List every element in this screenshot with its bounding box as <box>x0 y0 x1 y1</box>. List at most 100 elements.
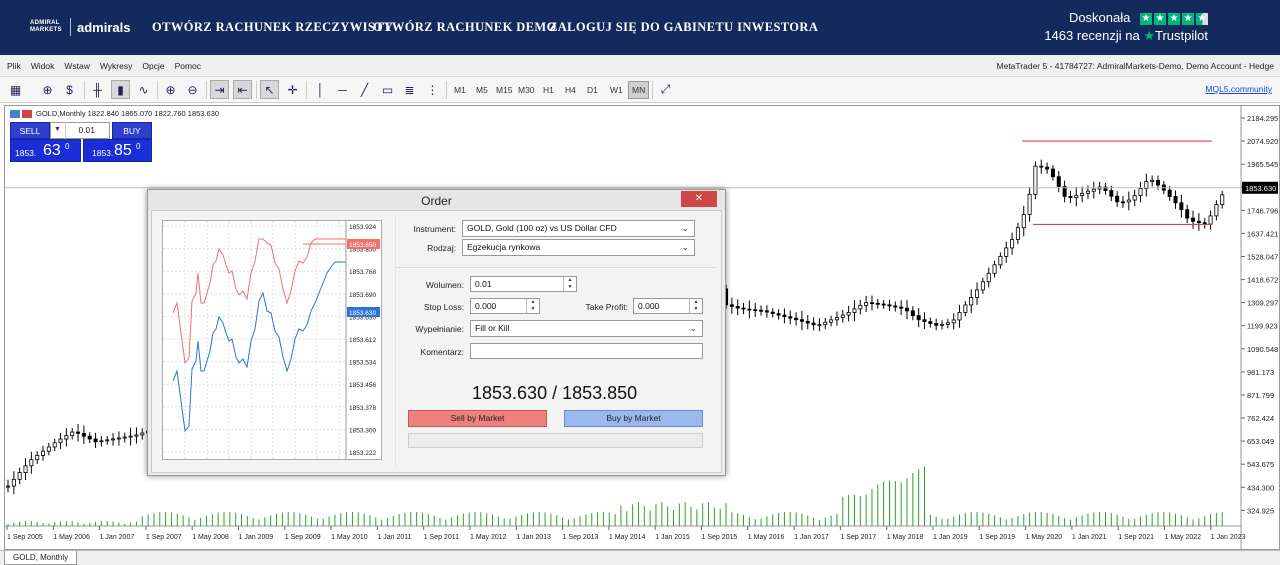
tf-d1[interactable]: D1 <box>584 81 601 99</box>
mql5-community-link[interactable]: MQL5.community <box>1205 84 1272 94</box>
candle-body <box>764 310 769 313</box>
time-tick-label: 1 Jan 2007 <box>100 534 135 541</box>
time-tick-label: 1 May 2012 <box>470 534 507 541</box>
candle-body <box>840 314 845 318</box>
chart-shift-icon[interactable]: ⇥ <box>210 80 229 99</box>
trustpilot-star-icon: ★ <box>1143 28 1156 43</box>
nav-open-real-account[interactable]: OTWÓRZ RACHUNEK RZECZYWISTY <box>152 20 393 35</box>
trend-line-icon[interactable]: ╱ <box>355 80 374 99</box>
take-profit-stepper[interactable]: ▲ ▼ <box>689 299 702 313</box>
time-tick-label: 1 Sep 2011 <box>424 534 459 541</box>
horizontal-line-icon[interactable]: ─ <box>333 80 352 99</box>
candle-body <box>934 323 939 326</box>
broker-banner: ADMIRAL MARKETS admirals OTWÓRZ RACHUNEK… <box>0 0 1280 55</box>
one-click-trading-panel: SELL 0.01 ▼ BUY 1853. 63 0 1853. 85 0 <box>10 122 152 162</box>
menu-charts[interactable]: Wykresy <box>95 61 138 71</box>
candle-body <box>817 324 822 327</box>
zoom-in-icon[interactable]: ⊕ <box>161 80 180 99</box>
nav-open-demo-account[interactable]: OTWÓRZ RACHUNEK DEMO <box>373 20 557 35</box>
cursor-icon[interactable]: ↖ <box>260 80 279 99</box>
chevron-down-icon: ⌄ <box>681 242 689 252</box>
trustpilot-widget[interactable]: Doskonała ★ ★ ★ ★ ★ 1463 recenzji na ★Tr… <box>1044 9 1208 45</box>
tf-m5[interactable]: M5 <box>473 81 491 99</box>
one-click-sell-button[interactable]: SELL <box>10 122 50 139</box>
candle-body <box>58 438 63 444</box>
menu-insert[interactable]: Wstaw <box>59 61 95 71</box>
menu-options[interactable]: Opcje <box>137 61 169 71</box>
candle-body <box>1138 188 1143 197</box>
line-chart-icon[interactable]: ∿ <box>134 80 153 99</box>
tf-mn[interactable]: MN <box>628 81 650 99</box>
text-label-icon[interactable]: ▭ <box>378 80 397 99</box>
trustpilot-brand: Trustpilot <box>1155 28 1208 43</box>
tf-h4[interactable]: H4 <box>562 81 579 99</box>
tf-m30[interactable]: M30 <box>515 81 538 99</box>
menu-help[interactable]: Pomoc <box>170 61 206 71</box>
candle-body <box>969 297 974 306</box>
bid-ask-quote: 1853.630 / 1853.850 <box>472 383 638 403</box>
fullscreen-icon[interactable]: ⤢ <box>656 80 675 99</box>
candle-body <box>1091 188 1096 192</box>
time-tick-label: 1 May 2010 <box>331 534 368 541</box>
candle-body <box>1004 247 1009 257</box>
tf-m15[interactable]: M15 <box>493 81 516 99</box>
current-price-label: 1853.630 <box>1245 184 1276 193</box>
bar-chart-icon[interactable]: ╫ <box>88 80 107 99</box>
volume-label: Wolumen: <box>425 280 464 290</box>
candle-body <box>1015 227 1020 240</box>
price-tick-label: 1637.421 <box>1247 229 1278 238</box>
candle-body <box>1191 217 1196 222</box>
profiles-icon[interactable]: ⊕ <box>38 80 57 99</box>
comment-input[interactable] <box>470 343 703 359</box>
zoom-out-icon[interactable]: ⊖ <box>183 80 202 99</box>
instrument-select[interactable]: GOLD, Gold (100 oz) vs US Dollar CFD ⌄ <box>462 220 695 237</box>
candle-body <box>864 302 869 306</box>
candle-body <box>1074 195 1079 198</box>
volume-input[interactable]: 0.01 ▲ ▼ <box>470 276 577 292</box>
candle-body <box>76 431 81 434</box>
trustpilot-stars: ★ ★ ★ ★ ★ <box>1140 12 1208 25</box>
menu-file[interactable]: Plik <box>0 61 26 71</box>
sell-price-display[interactable]: 1853. 63 0 <box>10 139 81 162</box>
sell-by-market-button[interactable]: Sell by Market <box>408 410 547 427</box>
candle-body <box>1167 189 1172 197</box>
fibonacci-icon[interactable]: ≣ <box>400 80 419 99</box>
volume-stepper[interactable]: ▲ ▼ <box>563 277 576 291</box>
price-tick-label: 1965.545 <box>1247 160 1278 169</box>
candlestick-chart-icon[interactable]: ▮ <box>111 80 130 99</box>
order-dialog-body: 1853.924 1853.850 1853.768 1853.690 1853.630… <box>151 210 722 473</box>
market-watch-icon[interactable]: $ <box>60 80 79 99</box>
filling-select[interactable]: Fill or Kill ⌄ <box>470 320 703 337</box>
candle-body <box>29 459 34 467</box>
objects-icon[interactable]: ⋮ <box>423 80 442 99</box>
execution-type-select[interactable]: Egzekucja rynkowa ⌄ <box>462 239 695 256</box>
logo-mark: ADMIRAL MARKETS <box>30 20 62 33</box>
one-click-buy-button[interactable]: BUY <box>112 122 152 139</box>
tf-h1[interactable]: H1 <box>540 81 557 99</box>
menu-view[interactable]: Widok <box>26 61 60 71</box>
admirals-logo[interactable]: ADMIRAL MARKETS admirals <box>30 16 130 38</box>
auto-scroll-icon[interactable]: ⇤ <box>233 80 252 99</box>
buy-price-display[interactable]: 1853. 85 0 <box>83 139 152 162</box>
chevron-down-icon[interactable]: ▼ <box>50 122 66 139</box>
order-status-bar <box>408 433 703 448</box>
new-chart-icon[interactable]: ▦ <box>6 80 25 99</box>
time-tick-label: 1 Sep 2005 <box>7 534 43 541</box>
vertical-line-icon[interactable]: │ <box>311 80 330 99</box>
tf-m1[interactable]: M1 <box>451 81 469 99</box>
take-profit-input[interactable]: 0.000 ▲ ▼ <box>633 298 703 314</box>
nav-investor-login[interactable]: ZALOGUJ SIĘ DO GABINETU INWESTORA <box>549 20 818 35</box>
trustpilot-reviews: 1463 recenzji na <box>1044 28 1140 43</box>
candle-body <box>794 317 799 321</box>
tf-w1[interactable]: W1 <box>607 81 626 99</box>
stop-loss-input[interactable]: 0.000 ▲ ▼ <box>470 298 540 314</box>
price-tick-label: 1746.796 <box>1247 206 1278 215</box>
candle-body <box>41 450 46 456</box>
candle-body <box>899 306 904 309</box>
buy-by-market-button[interactable]: Buy by Market <box>564 410 703 427</box>
chart-tab-gold-monthly[interactable]: GOLD, Monthly <box>4 551 78 565</box>
stop-loss-stepper[interactable]: ▲ ▼ <box>526 299 539 313</box>
time-tick-label: 1 Jan 2019 <box>933 534 968 541</box>
close-icon[interactable]: ✕ <box>681 191 717 207</box>
crosshair-icon[interactable]: ✛ <box>283 80 302 99</box>
